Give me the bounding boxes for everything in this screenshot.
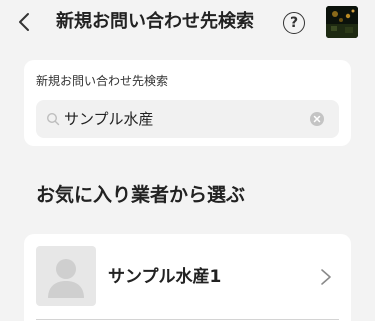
chevron-left-icon xyxy=(19,13,29,31)
list-item[interactable]: サンプル水産1 xyxy=(24,234,351,321)
back-button[interactable] xyxy=(12,10,36,34)
search-label: 新規お問い合わせ先検索 xyxy=(36,74,169,88)
search-card: 新規お問い合わせ先検索 サンプル水産 xyxy=(24,60,351,146)
search-icon xyxy=(46,112,60,126)
help-button[interactable]: ? xyxy=(283,12,305,34)
favorites-title: お気に入り業者から選ぶ xyxy=(36,184,246,206)
app-header: 新規お問い合わせ先検索 ? xyxy=(0,0,375,44)
clear-circle-icon xyxy=(313,115,321,123)
vendor-name: サンプル水産1 xyxy=(108,267,222,287)
person-placeholder-icon xyxy=(48,259,84,298)
search-value: サンプル水産 xyxy=(64,110,154,128)
avatar[interactable] xyxy=(326,6,358,38)
avatar-image xyxy=(326,6,358,38)
vendor-avatar xyxy=(36,246,96,306)
page-title: 新規お問い合わせ先検索 xyxy=(56,11,254,32)
clear-search-button[interactable] xyxy=(310,112,324,126)
divider xyxy=(36,319,339,320)
chevron-right-icon xyxy=(321,269,331,285)
question-circle-icon: ? xyxy=(289,15,299,31)
search-input[interactable]: サンプル水産 xyxy=(36,100,339,138)
